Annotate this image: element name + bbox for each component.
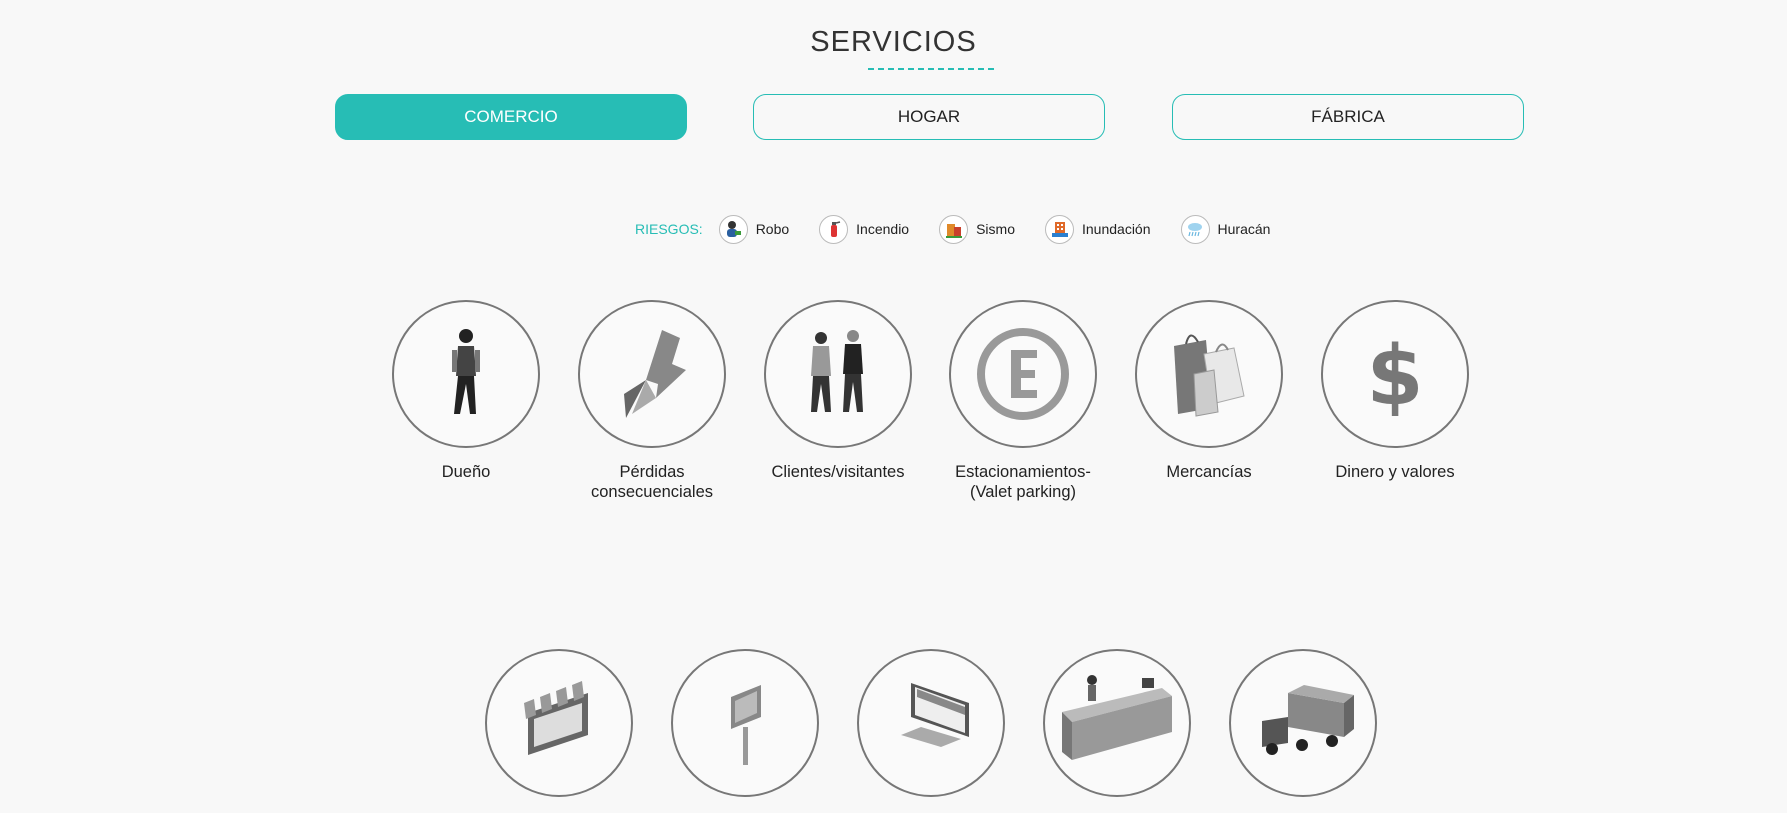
service-perdidas[interactable]: Pérdidas consecuenciales [572,300,732,502]
flood-icon [1045,214,1074,244]
parking-icon [977,328,1069,420]
service-label: Estacionamientos- (Valet parking) [955,463,1091,501]
service-label: Pérdidas consecuenciales [591,463,713,501]
tab-comercio[interactable]: COMERCIO [335,94,687,140]
risk-label: Incendio [856,221,910,237]
page-title: SERVICIOS [810,26,977,58]
service-signpost[interactable] [665,649,825,797]
service-estacionamientos[interactable]: Estacionamientos- (Valet parking) [943,300,1103,502]
risks-label: RIESGOS: [635,221,703,237]
risk-incendio[interactable]: Incendio [819,214,910,244]
owner-icon [452,329,480,414]
title-underline [868,68,994,70]
risk-label: Sismo [976,221,1015,237]
service-dueno[interactable]: Dueño [386,300,546,482]
service-label: Mercancías [1166,463,1252,481]
service-online-store[interactable] [851,649,1011,797]
service-dinero[interactable]: $ Dinero y valores [1315,300,1475,482]
service-circle [671,649,819,797]
hurricane-icon [1180,214,1210,244]
service-label: Dueño [441,463,491,481]
service-clientes[interactable]: Clientes/visitantes [758,300,918,482]
reception-desk-icon [1062,675,1172,760]
online-store-icon [901,683,969,747]
tab-fabrica[interactable]: FÁBRICA [1172,94,1524,140]
thief-icon [718,214,748,244]
risk-sismo[interactable]: Sismo [939,214,1015,244]
risk-robo[interactable]: Robo [718,214,790,244]
risk-label: Huracán [1217,221,1271,237]
signpost-icon [731,685,761,765]
fire-extinguisher-icon [819,214,849,244]
service-circle [485,649,633,797]
service-circle [857,649,1005,797]
earthquake-icon [939,214,969,244]
risk-label: Robo [755,221,790,237]
dollar-icon: $ [1366,329,1423,424]
service-truck[interactable] [1223,649,1383,797]
svg-text:$: $ [1366,329,1423,424]
lightning-arrow-icon [624,330,686,418]
service-reception[interactable] [1037,649,1197,797]
visitors-icon [811,330,863,412]
service-circle [1229,649,1377,797]
service-label: Dinero y valores [1335,463,1455,481]
service-storefront[interactable] [479,649,639,797]
risk-label: Inundación [1082,221,1151,237]
service-circle: $ [1321,300,1469,448]
service-circle [1135,300,1283,448]
shopping-bags-icon [1174,334,1245,417]
tab-hogar[interactable]: HOGAR [753,94,1105,140]
service-circle [949,300,1097,448]
risks-bar: RIESGOS: Robo Incendio Sismo Inundación … [635,212,1300,246]
service-circle [764,300,912,448]
truck-icon [1262,685,1354,755]
service-circle [578,300,726,448]
storefront-icon [524,681,588,755]
service-circle [1043,649,1191,797]
risk-inundacion[interactable]: Inundación [1045,214,1151,244]
service-mercancias[interactable]: Mercancías [1129,300,1289,482]
service-label: Clientes/visitantes [771,463,905,481]
risk-huracan[interactable]: Huracán [1180,214,1271,244]
service-circle [392,300,540,448]
